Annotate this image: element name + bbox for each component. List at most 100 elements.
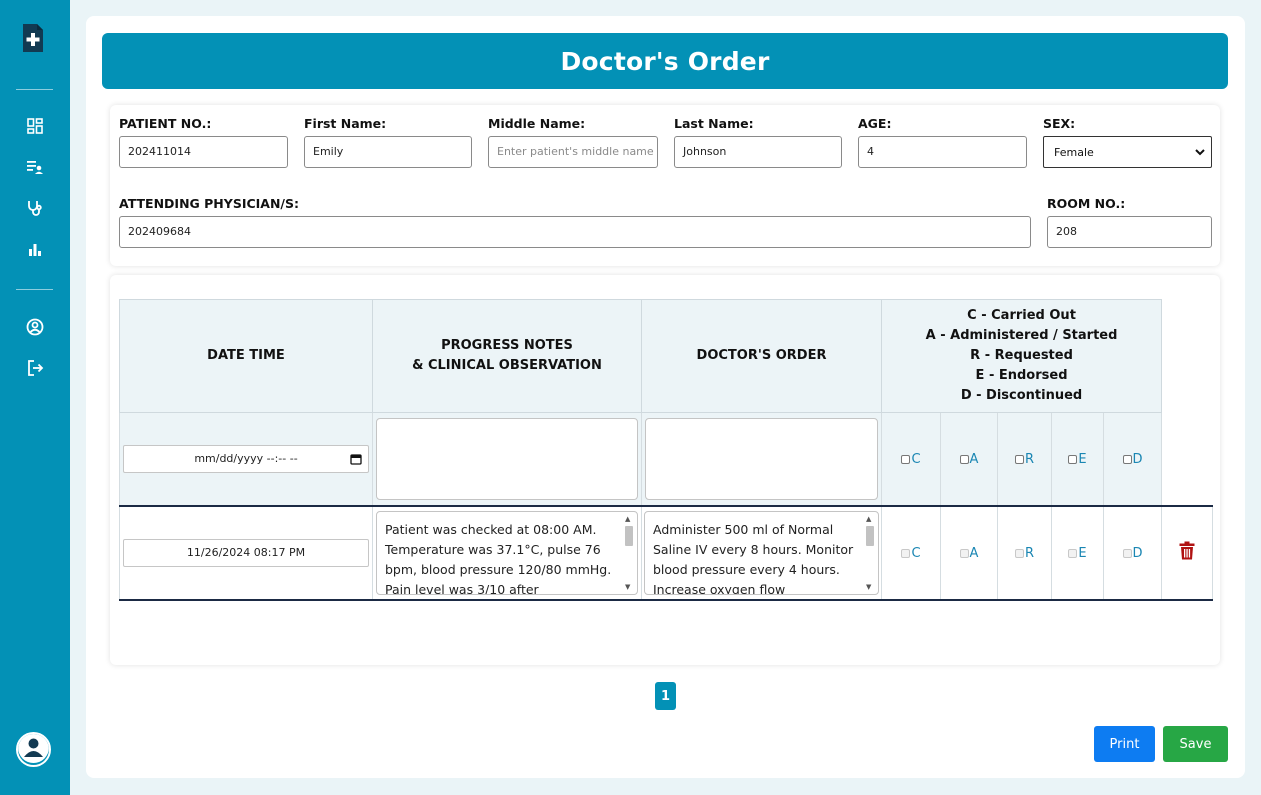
status-legend-header: C - Carried Out A - Administered / Start… bbox=[880, 299, 1163, 413]
profile-icon bbox=[26, 318, 44, 340]
scroll-thumb[interactable] bbox=[625, 525, 633, 546]
sex-select[interactable]: Female bbox=[1043, 136, 1212, 168]
physician-field: ATTENDING PHYSICIAN/S: 202409684 bbox=[119, 196, 1031, 248]
new-order-cell bbox=[641, 412, 882, 507]
checkbox-requested[interactable]: R bbox=[1014, 546, 1034, 561]
checkbox-box bbox=[1122, 455, 1132, 465]
scrollbar[interactable]: ▲ ▼ bbox=[864, 514, 876, 592]
datetime-input[interactable]: mm/dd/yyyy --:-- -- bbox=[123, 444, 369, 473]
last-name-input[interactable]: Johnson bbox=[674, 136, 842, 168]
scroll-up-icon[interactable]: ▲ bbox=[866, 515, 871, 523]
checkbox-label: A bbox=[969, 452, 979, 468]
room-field: ROOM NO.: 208 bbox=[1047, 196, 1212, 248]
patient-no-field: PATIENT NO.: 202411014 bbox=[119, 116, 288, 168]
print-button[interactable]: Print bbox=[1094, 726, 1155, 762]
sidebar-item-stethoscope[interactable] bbox=[20, 198, 50, 222]
sex-select-value: Female bbox=[1054, 145, 1094, 159]
orders-table: DATE TIME PROGRESS NOTES & CLINICAL OBSE… bbox=[119, 299, 1214, 601]
legend-administered: A - Administered / Started bbox=[925, 328, 1118, 343]
title-bar: Doctor's Order bbox=[102, 33, 1228, 89]
patient-list-icon bbox=[26, 159, 44, 179]
first-name-field: First Name: Emily bbox=[304, 116, 472, 168]
room-label: ROOM NO.: bbox=[1047, 196, 1126, 211]
checkbox-carried-out[interactable]: C bbox=[901, 452, 921, 468]
save-button[interactable]: Save bbox=[1163, 726, 1228, 762]
age-input[interactable]: 4 bbox=[858, 136, 1027, 168]
checkbox-box bbox=[1068, 455, 1078, 465]
sidebar-item-reports[interactable] bbox=[20, 240, 50, 264]
doctors-order-textarea[interactable] bbox=[645, 417, 878, 500]
record-check-r-cell: R bbox=[997, 505, 1052, 601]
main-card: Doctor's Order PATIENT NO.: 202411014 Fi… bbox=[86, 16, 1245, 778]
checkbox-box bbox=[1068, 549, 1078, 558]
date-time-header: DATE TIME bbox=[119, 299, 373, 413]
checkbox-endorsed[interactable]: E bbox=[1068, 546, 1087, 561]
middle-name-label: Middle Name: bbox=[488, 116, 586, 131]
first-name-input[interactable]: Emily bbox=[304, 136, 472, 168]
checkbox-endorsed[interactable]: E bbox=[1068, 452, 1087, 468]
new-check-d-cell: D bbox=[1102, 412, 1163, 507]
bar-chart-icon bbox=[27, 242, 43, 262]
progress-notes-textarea[interactable] bbox=[376, 417, 638, 500]
record-check-c-cell: C bbox=[881, 505, 941, 601]
new-entry-row: mm/dd/yyyy --:-- -- C A R E D bbox=[119, 412, 1213, 507]
dashboard-icon bbox=[27, 118, 43, 138]
table-header-row: DATE TIME PROGRESS NOTES & CLINICAL OBSE… bbox=[119, 299, 1213, 413]
avatar[interactable] bbox=[16, 732, 51, 767]
patient-no-label: PATIENT NO.: bbox=[119, 116, 212, 131]
checkbox-label: C bbox=[911, 546, 921, 561]
record-progress-textarea[interactable]: Patient was checked at 08:00 AM. Tempera… bbox=[376, 510, 638, 595]
pagination-page-1[interactable]: 1 bbox=[655, 682, 676, 710]
sidebar-item-profile[interactable] bbox=[20, 317, 50, 341]
scroll-down-icon[interactable]: ▼ bbox=[625, 583, 630, 591]
room-input[interactable]: 208 bbox=[1047, 216, 1212, 248]
sidebar-item-logout[interactable] bbox=[20, 358, 50, 382]
doctors-order-header: DOCTOR'S ORDER bbox=[641, 299, 882, 413]
checkbox-label: E bbox=[1078, 452, 1087, 468]
checkbox-carried-out[interactable]: C bbox=[901, 546, 921, 561]
legend-endorsed: E - Endorsed bbox=[975, 368, 1068, 383]
sidebar-item-patients[interactable] bbox=[20, 157, 50, 181]
scroll-down-icon[interactable]: ▼ bbox=[866, 583, 871, 591]
page-title: Doctor's Order bbox=[560, 46, 770, 76]
checkbox-label: C bbox=[911, 452, 921, 468]
record-check-a-cell: A bbox=[940, 505, 998, 601]
record-datetime-cell: 11/26/2024 08:17 PM bbox=[119, 505, 373, 601]
record-check-d-cell: D bbox=[1102, 505, 1163, 601]
checkbox-box bbox=[1014, 549, 1024, 558]
physician-input[interactable]: 202409684 bbox=[119, 216, 1031, 248]
calendar-icon[interactable] bbox=[350, 453, 362, 468]
record-order-textarea[interactable]: Administer 500 ml of Normal Saline IV ev… bbox=[644, 510, 879, 595]
sidebar bbox=[0, 0, 70, 795]
new-datetime-cell: mm/dd/yyyy --:-- -- bbox=[119, 412, 373, 507]
age-field: AGE: 4 bbox=[858, 116, 1027, 168]
checkbox-label: R bbox=[1024, 452, 1035, 468]
scrollbar[interactable]: ▲ ▼ bbox=[623, 514, 635, 592]
record-progress-cell: Patient was checked at 08:00 AM. Tempera… bbox=[372, 505, 642, 601]
checkbox-administered[interactable]: A bbox=[959, 546, 978, 561]
checkbox-discontinued[interactable]: D bbox=[1122, 546, 1143, 561]
checkbox-requested[interactable]: R bbox=[1014, 452, 1035, 468]
record-datetime-input[interactable]: 11/26/2024 08:17 PM bbox=[123, 538, 369, 567]
last-name-field: Last Name: Johnson bbox=[674, 116, 842, 168]
middle-name-input[interactable]: Enter patient's middle name bbox=[488, 136, 658, 168]
delete-row-button[interactable] bbox=[1179, 541, 1195, 564]
scroll-up-icon[interactable]: ▲ bbox=[625, 515, 630, 523]
checkbox-box bbox=[901, 549, 911, 558]
sex-label: SEX: bbox=[1043, 116, 1076, 131]
checkbox-label: D bbox=[1132, 452, 1143, 468]
stethoscope-icon bbox=[26, 199, 44, 221]
checkbox-administered[interactable]: A bbox=[959, 452, 979, 468]
checkbox-box bbox=[959, 455, 969, 465]
sidebar-item-dashboard[interactable] bbox=[20, 116, 50, 140]
last-name-label: Last Name: bbox=[674, 116, 754, 131]
checkbox-discontinued[interactable]: D bbox=[1122, 452, 1143, 468]
logout-icon bbox=[26, 359, 44, 381]
legend-carried-out: C - Carried Out bbox=[967, 308, 1076, 323]
scroll-thumb[interactable] bbox=[866, 525, 874, 546]
patient-no-input[interactable]: 202411014 bbox=[119, 136, 288, 168]
physician-label: ATTENDING PHYSICIAN/S: bbox=[119, 196, 299, 211]
trash-icon bbox=[1179, 541, 1195, 564]
record-progress-text: Patient was checked at 08:00 AM. Tempera… bbox=[385, 521, 612, 595]
new-check-r-cell: R bbox=[997, 412, 1052, 507]
